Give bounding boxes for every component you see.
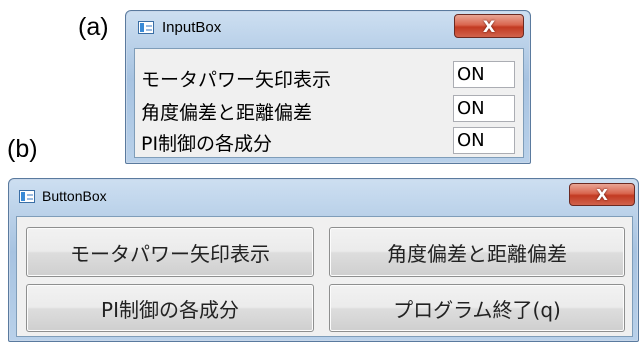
panel-label-b: (b): [7, 135, 38, 163]
deviation-button[interactable]: 角度偏差と距離偏差: [329, 227, 625, 277]
buttonbox-titlebar[interactable]: ButtonBox X: [9, 179, 638, 213]
buttonbox-window: ButtonBox X モータパワー矢印表示 角度偏差と距離偏差 PI制御の各成…: [8, 178, 639, 342]
window-app-icon: [19, 190, 35, 203]
buttonbox-client: モータパワー矢印表示 角度偏差と距離偏差 PI制御の各成分 プログラム終了(q): [16, 216, 633, 337]
inputbox-title: InputBox: [162, 19, 222, 36]
motor-arrow-field[interactable]: ON: [453, 61, 515, 88]
quit-program-button[interactable]: プログラム終了(q): [329, 284, 625, 332]
pi-control-button[interactable]: PI制御の各成分: [26, 284, 314, 332]
row-label-pi-control: PI制御の各成分: [141, 133, 273, 155]
close-icon[interactable]: X: [569, 183, 635, 206]
buttonbox-title: ButtonBox: [42, 188, 107, 204]
row-label-motor-arrow: モータパワー矢印表示: [141, 69, 332, 91]
motor-arrow-button[interactable]: モータパワー矢印表示: [26, 227, 314, 277]
deviation-field[interactable]: ON: [453, 95, 515, 122]
inputbox-window: InputBox X モータパワー矢印表示 ON 角度偏差と距離偏差 ON PI…: [125, 10, 531, 164]
inputbox-titlebar[interactable]: InputBox X: [126, 11, 530, 44]
panel-label-a: (a): [78, 13, 109, 41]
close-icon[interactable]: X: [454, 14, 524, 38]
pi-control-field[interactable]: ON: [453, 127, 515, 154]
window-app-icon: [138, 21, 154, 34]
row-label-deviation: 角度偏差と距離偏差: [141, 102, 313, 124]
inputbox-client: モータパワー矢印表示 ON 角度偏差と距離偏差 ON PI制御の各成分 ON: [134, 48, 524, 158]
